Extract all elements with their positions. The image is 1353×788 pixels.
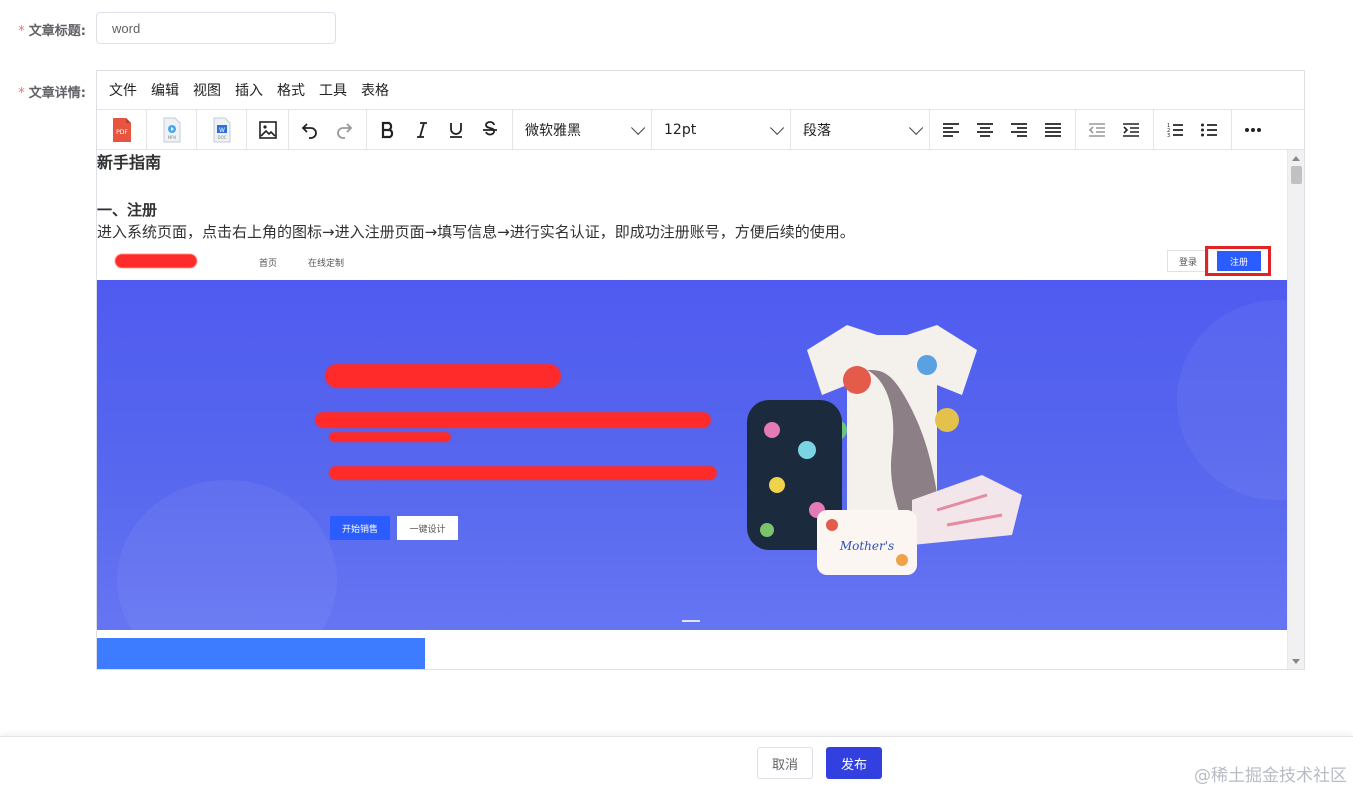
align-center-icon[interactable] xyxy=(968,114,1002,146)
chevron-down-icon xyxy=(909,120,924,135)
screenshot-register-button: 注册 xyxy=(1217,251,1261,271)
word-doc-icon[interactable]: W DOC xyxy=(205,114,239,146)
toolbar-group-lists: 123 xyxy=(1154,110,1232,149)
toolbar-group-more xyxy=(1232,110,1276,149)
toolbar-group-word: W DOC xyxy=(197,110,247,149)
carousel-indicator xyxy=(682,620,700,622)
toolbar-group-pdf: PDF xyxy=(97,110,147,149)
editor-menubar: 文件 编辑 视图 插入 格式 工具 表格 xyxy=(97,71,1304,110)
svg-text:W: W xyxy=(219,127,225,134)
image-icon[interactable] xyxy=(251,114,284,146)
scroll-down-icon[interactable] xyxy=(1292,659,1300,664)
toolbar-group-history xyxy=(289,110,367,149)
font-size-value: 12pt xyxy=(664,121,697,138)
strikethrough-icon[interactable] xyxy=(473,114,507,146)
redaction-mark xyxy=(115,254,197,268)
menu-format[interactable]: 格式 xyxy=(270,80,312,100)
bullet-list-icon[interactable] xyxy=(1192,114,1226,146)
toolbar-group-indent xyxy=(1076,110,1154,149)
content-heading: 新手指南 xyxy=(97,153,162,172)
detail-label: * 文章详情: xyxy=(0,82,86,101)
detail-label-text: 文章详情: xyxy=(28,86,86,101)
screenshot-start-selling-button: 开始销售 xyxy=(330,516,390,540)
svg-text:Mother's: Mother's xyxy=(839,539,894,553)
screenshot-one-click-design-button: 一键设计 xyxy=(397,516,458,540)
required-mark: * xyxy=(18,24,25,39)
toolbar-group-align xyxy=(930,110,1076,149)
screenshot-hero-banner: 开始销售 一键设计 Mother's xyxy=(97,280,1287,630)
font-size-select[interactable]: 12pt xyxy=(652,110,791,149)
font-family-select[interactable]: 微软雅黑 xyxy=(513,110,652,149)
redo-icon[interactable] xyxy=(327,114,361,146)
font-family-value: 微软雅黑 xyxy=(525,122,581,139)
svg-text:MP4: MP4 xyxy=(167,135,176,140)
hero-glow xyxy=(1177,300,1287,500)
mp4-video-icon[interactable]: MP4 xyxy=(155,114,189,146)
align-right-icon[interactable] xyxy=(1002,114,1036,146)
toolbar-group-image xyxy=(247,110,289,149)
title-input[interactable] xyxy=(96,12,336,44)
title-label: * 文章标题: xyxy=(0,20,86,39)
editor-scrollbar[interactable] xyxy=(1287,150,1304,669)
italic-icon[interactable] xyxy=(405,114,439,146)
more-icon[interactable] xyxy=(1236,114,1270,146)
watermark: @稀土掘金技术社区 xyxy=(1194,766,1347,786)
outdent-icon[interactable] xyxy=(1080,114,1114,146)
svg-text:DOC: DOC xyxy=(217,135,226,140)
section-title: 一、注册 xyxy=(97,201,158,219)
align-left-icon[interactable] xyxy=(934,114,968,146)
products-illustration: Mother's xyxy=(747,325,1022,575)
pdf-icon[interactable]: PDF xyxy=(105,114,139,146)
cancel-button[interactable]: 取消 xyxy=(757,747,813,779)
underline-icon[interactable] xyxy=(439,114,473,146)
required-mark: * xyxy=(18,86,25,101)
redaction-mark xyxy=(315,412,711,428)
menu-edit[interactable]: 编辑 xyxy=(144,80,186,100)
block-format-value: 段落 xyxy=(803,122,831,139)
menu-tools[interactable]: 工具 xyxy=(312,80,354,100)
menu-view[interactable]: 视图 xyxy=(186,80,228,100)
align-justify-icon[interactable] xyxy=(1036,114,1070,146)
toolbar-group-video: MP4 xyxy=(147,110,197,149)
bold-icon[interactable] xyxy=(371,114,405,146)
scrollbar-thumb[interactable] xyxy=(1291,166,1302,184)
svg-text:PDF: PDF xyxy=(116,129,128,136)
screenshot-nav-custom: 在线定制 xyxy=(308,259,345,269)
rich-text-editor: 文件 编辑 视图 插入 格式 工具 表格 PDF MP4 W DOC 微软雅黑 … xyxy=(96,70,1305,670)
numbered-list-icon[interactable]: 123 xyxy=(1158,114,1192,146)
title-label-text: 文章标题: xyxy=(28,24,86,39)
redaction-mark xyxy=(329,466,717,480)
redaction-mark xyxy=(329,432,451,442)
publish-button[interactable]: 发布 xyxy=(826,747,882,779)
embedded-screenshot: 首页 在线定制 登录 注册 开始销售 一键设计 Mother's xyxy=(97,246,1287,669)
footer-bar: 取消 发布 @稀土掘金技术社区 xyxy=(0,736,1353,788)
editor-toolbar: PDF MP4 W DOC 微软雅黑 12pt 段落 1 2 3 xyxy=(97,110,1304,150)
menu-insert[interactable]: 插入 xyxy=(228,80,270,100)
screenshot-login-button: 登录 xyxy=(1167,250,1209,272)
editor-content-area[interactable]: 新手指南 一、注册 进入系统页面，点击右上角的图标→进入注册页面→填写信息→进行… xyxy=(97,150,1287,669)
menu-file[interactable]: 文件 xyxy=(102,80,144,100)
indent-icon[interactable] xyxy=(1114,114,1148,146)
section-paragraph: 进入系统页面，点击右上角的图标→进入注册页面→填写信息→进行实名认证，即成功注册… xyxy=(97,223,855,241)
screenshot-nav-home: 首页 xyxy=(259,259,278,269)
undo-icon[interactable] xyxy=(293,114,327,146)
screenshot-blue-section xyxy=(97,638,425,669)
chevron-down-icon xyxy=(770,120,785,135)
hero-glow xyxy=(117,480,337,630)
chevron-down-icon xyxy=(631,120,646,135)
scroll-up-icon[interactable] xyxy=(1292,156,1300,161)
menu-table[interactable]: 表格 xyxy=(354,80,396,100)
redaction-mark xyxy=(325,364,561,388)
block-format-select[interactable]: 段落 xyxy=(791,110,930,149)
toolbar-group-format xyxy=(367,110,513,149)
screenshot-navbar: 首页 在线定制 登录 注册 xyxy=(97,246,1287,317)
svg-text:3: 3 xyxy=(1167,133,1170,138)
